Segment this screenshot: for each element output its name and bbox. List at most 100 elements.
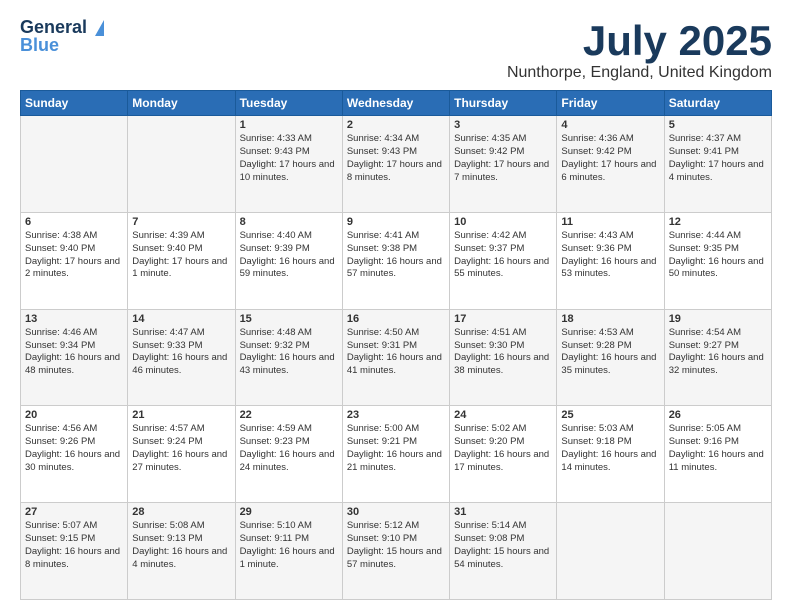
day-number: 21: [132, 409, 230, 421]
day-info: Sunrise: 4:48 AMSunset: 9:32 PMDaylight:…: [240, 327, 338, 378]
calendar-cell: 3 Sunrise: 4:35 AMSunset: 9:42 PMDaylight…: [450, 116, 557, 213]
calendar-cell: 28 Sunrise: 5:08 AMSunset: 9:13 PMDayligh…: [128, 503, 235, 600]
day-info: Sunrise: 5:05 AMSunset: 9:16 PMDaylight:…: [669, 423, 767, 474]
day-number: 2: [347, 119, 445, 131]
day-number: 14: [132, 313, 230, 325]
calendar-cell: 26 Sunrise: 5:05 AMSunset: 9:16 PMDayligh…: [664, 406, 771, 503]
day-info: Sunrise: 4:33 AMSunset: 9:43 PMDaylight:…: [240, 133, 338, 184]
calendar-cell: [664, 503, 771, 600]
day-info: Sunrise: 5:07 AMSunset: 9:15 PMDaylight:…: [25, 520, 123, 571]
day-number: 3: [454, 119, 552, 131]
calendar-cell: 6Sunrise: 4:38 AMSunset: 9:40 PMDaylight…: [21, 212, 128, 309]
day-info: Sunrise: 4:41 AMSunset: 9:38 PMDaylight:…: [347, 230, 445, 281]
day-number: 18: [561, 313, 659, 325]
col-header-monday: Monday: [128, 91, 235, 116]
calendar-cell: 9 Sunrise: 4:41 AMSunset: 9:38 PMDaylight…: [342, 212, 449, 309]
page: General Blue July 2025 Nunthorpe, Englan…: [0, 0, 792, 612]
day-info: Sunrise: 4:42 AMSunset: 9:37 PMDaylight:…: [454, 230, 552, 281]
day-number: 12: [669, 216, 767, 228]
calendar-cell: 20 Sunrise: 4:56 AMSunset: 9:26 PMDayligh…: [21, 406, 128, 503]
day-info: Sunrise: 4:34 AMSunset: 9:43 PMDaylight:…: [347, 133, 445, 184]
day-number: 9: [347, 216, 445, 228]
calendar-cell: 5 Sunrise: 4:37 AMSunset: 9:41 PMDaylight…: [664, 116, 771, 213]
day-info: Sunrise: 4:57 AMSunset: 9:24 PMDaylight:…: [132, 423, 230, 474]
day-number: 31: [454, 506, 552, 518]
day-number: 4: [561, 119, 659, 131]
calendar-cell: 2 Sunrise: 4:34 AMSunset: 9:43 PMDaylight…: [342, 116, 449, 213]
col-header-friday: Friday: [557, 91, 664, 116]
day-info: Sunrise: 5:00 AMSunset: 9:21 PMDaylight:…: [347, 423, 445, 474]
day-number: 20: [25, 409, 123, 421]
calendar-table: SundayMondayTuesdayWednesdayThursdayFrid…: [20, 90, 772, 600]
calendar-week-1: 1 Sunrise: 4:33 AMSunset: 9:43 PMDaylight…: [21, 116, 772, 213]
calendar-cell: 19 Sunrise: 4:54 AMSunset: 9:27 PMDayligh…: [664, 309, 771, 406]
day-info: Sunrise: 4:36 AMSunset: 9:42 PMDaylight:…: [561, 133, 659, 184]
calendar-cell: 15Sunrise: 4:48 AMSunset: 9:32 PMDayligh…: [235, 309, 342, 406]
day-info: Sunrise: 5:02 AMSunset: 9:20 PMDaylight:…: [454, 423, 552, 474]
day-number: 10: [454, 216, 552, 228]
calendar-week-3: 13Sunrise: 4:46 AMSunset: 9:34 PMDayligh…: [21, 309, 772, 406]
calendar-cell: 31 Sunrise: 5:14 AMSunset: 9:08 PMDayligh…: [450, 503, 557, 600]
day-number: 28: [132, 506, 230, 518]
calendar-week-4: 20 Sunrise: 4:56 AMSunset: 9:26 PMDayligh…: [21, 406, 772, 503]
day-number: 7: [132, 216, 230, 228]
day-number: 8: [240, 216, 338, 228]
calendar-cell: 11 Sunrise: 4:43 AMSunset: 9:36 PMDayligh…: [557, 212, 664, 309]
day-info: Sunrise: 4:37 AMSunset: 9:41 PMDaylight:…: [669, 133, 767, 184]
day-info: Sunrise: 5:14 AMSunset: 9:08 PMDaylight:…: [454, 520, 552, 571]
day-number: 5: [669, 119, 767, 131]
col-header-thursday: Thursday: [450, 91, 557, 116]
day-number: 23: [347, 409, 445, 421]
calendar-cell: [557, 503, 664, 600]
day-number: 29: [240, 506, 338, 518]
day-info: Sunrise: 4:47 AMSunset: 9:33 PMDaylight:…: [132, 327, 230, 378]
day-number: 27: [25, 506, 123, 518]
col-header-saturday: Saturday: [664, 91, 771, 116]
day-info: Sunrise: 5:10 AMSunset: 9:11 PMDaylight:…: [240, 520, 338, 571]
day-number: 13: [25, 313, 123, 325]
calendar-cell: 7 Sunrise: 4:39 AMSunset: 9:40 PMDaylight…: [128, 212, 235, 309]
day-number: 30: [347, 506, 445, 518]
calendar-header-row: SundayMondayTuesdayWednesdayThursdayFrid…: [21, 91, 772, 116]
day-info: Sunrise: 4:44 AMSunset: 9:35 PMDaylight:…: [669, 230, 767, 281]
day-info: Sunrise: 5:08 AMSunset: 9:13 PMDaylight:…: [132, 520, 230, 571]
calendar-cell: 4 Sunrise: 4:36 AMSunset: 9:42 PMDaylight…: [557, 116, 664, 213]
day-info: Sunrise: 4:50 AMSunset: 9:31 PMDaylight:…: [347, 327, 445, 378]
calendar-cell: 23 Sunrise: 5:00 AMSunset: 9:21 PMDayligh…: [342, 406, 449, 503]
calendar-cell: 30 Sunrise: 5:12 AMSunset: 9:10 PMDayligh…: [342, 503, 449, 600]
day-number: 1: [240, 119, 338, 131]
day-number: 24: [454, 409, 552, 421]
location: Nunthorpe, England, United Kingdom: [507, 64, 772, 82]
calendar-cell: 12 Sunrise: 4:44 AMSunset: 9:35 PMDayligh…: [664, 212, 771, 309]
calendar-cell: 13Sunrise: 4:46 AMSunset: 9:34 PMDayligh…: [21, 309, 128, 406]
day-info: Sunrise: 4:54 AMSunset: 9:27 PMDaylight:…: [669, 327, 767, 378]
col-header-sunday: Sunday: [21, 91, 128, 116]
calendar-cell: 14 Sunrise: 4:47 AMSunset: 9:33 PMDayligh…: [128, 309, 235, 406]
day-number: 26: [669, 409, 767, 421]
day-info: Sunrise: 4:38 AMSunset: 9:40 PMDaylight:…: [25, 230, 123, 281]
calendar-cell: 22Sunrise: 4:59 AMSunset: 9:23 PMDayligh…: [235, 406, 342, 503]
calendar-cell: 29 Sunrise: 5:10 AMSunset: 9:11 PMDayligh…: [235, 503, 342, 600]
calendar-cell: 21 Sunrise: 4:57 AMSunset: 9:24 PMDayligh…: [128, 406, 235, 503]
day-info: Sunrise: 4:43 AMSunset: 9:36 PMDaylight:…: [561, 230, 659, 281]
day-number: 16: [347, 313, 445, 325]
col-header-tuesday: Tuesday: [235, 91, 342, 116]
day-info: Sunrise: 5:12 AMSunset: 9:10 PMDaylight:…: [347, 520, 445, 571]
calendar-body: 1 Sunrise: 4:33 AMSunset: 9:43 PMDaylight…: [21, 116, 772, 600]
day-number: 11: [561, 216, 659, 228]
calendar-week-5: 27 Sunrise: 5:07 AMSunset: 9:15 PMDayligh…: [21, 503, 772, 600]
calendar-cell: [128, 116, 235, 213]
calendar-cell: 18Sunrise: 4:53 AMSunset: 9:28 PMDayligh…: [557, 309, 664, 406]
logo-blue-text: Blue: [20, 36, 59, 56]
calendar-cell: 10 Sunrise: 4:42 AMSunset: 9:37 PMDayligh…: [450, 212, 557, 309]
calendar-cell: 17Sunrise: 4:51 AMSunset: 9:30 PMDayligh…: [450, 309, 557, 406]
calendar-cell: 16 Sunrise: 4:50 AMSunset: 9:31 PMDayligh…: [342, 309, 449, 406]
day-info: Sunrise: 4:35 AMSunset: 9:42 PMDaylight:…: [454, 133, 552, 184]
day-number: 19: [669, 313, 767, 325]
title-block: July 2025 Nunthorpe, England, United Kin…: [507, 18, 772, 82]
calendar-cell: 25Sunrise: 5:03 AMSunset: 9:18 PMDayligh…: [557, 406, 664, 503]
day-info: Sunrise: 4:39 AMSunset: 9:40 PMDaylight:…: [132, 230, 230, 281]
day-info: Sunrise: 4:56 AMSunset: 9:26 PMDaylight:…: [25, 423, 123, 474]
calendar-cell: 1 Sunrise: 4:33 AMSunset: 9:43 PMDaylight…: [235, 116, 342, 213]
logo: General Blue: [20, 18, 104, 56]
